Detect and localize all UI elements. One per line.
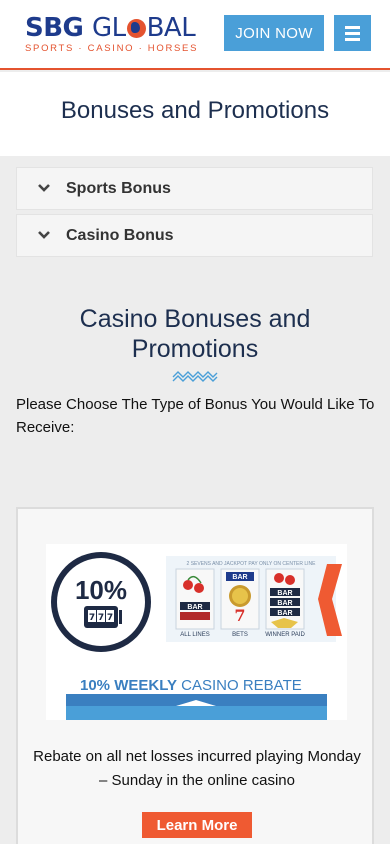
logo-tagline: SPORTS · CASINO · HORSES — [25, 43, 199, 54]
svg-text:7: 7 — [98, 613, 104, 623]
promo-description: Rebate on all net losses incurred playin… — [33, 748, 361, 789]
wave-divider-icon — [172, 371, 218, 382]
svg-text:7: 7 — [107, 613, 113, 623]
cherry-icon — [183, 580, 193, 590]
accordion-sports-bonus[interactable]: Sports Bonus — [16, 167, 373, 210]
svg-text:7: 7 — [234, 606, 245, 625]
reels-caption: 2 SEVENS AND JACKPOT PAY ONLY ON CENTER … — [187, 561, 317, 567]
globe-icon — [126, 19, 146, 38]
svg-text:BAR: BAR — [187, 604, 202, 611]
page-title: Bonuses and Promotions — [60, 97, 330, 124]
casino-rebate-illustration: 2 SEVENS AND JACKPOT PAY ONLY ON CENTER … — [51, 552, 342, 720]
sbg-global-logo[interactable]: SBG GL BAL SPORTS · CASINO · HORSES — [25, 14, 198, 54]
promo-card: 2 SEVENS AND JACKPOT PAY ONLY ON CENTER … — [16, 507, 374, 844]
svg-text:7: 7 — [89, 613, 95, 623]
accordion-label: Casino Bonus — [66, 227, 174, 244]
svg-text:ALL LINES: ALL LINES — [180, 632, 209, 638]
svg-text:WINNER PAID: WINNER PAID — [265, 632, 305, 638]
svg-text:BAR: BAR — [277, 590, 292, 597]
learn-more-button[interactable]: Learn More — [142, 812, 252, 838]
weekly-rebate-banner[interactable]: 2 SEVENS AND JACKPOT PAY ONLY ON CENTER … — [46, 544, 347, 720]
join-now-button[interactable]: JOIN NOW — [224, 15, 324, 51]
rebate-headline: 10% WEEKLY CASINO REBATE — [80, 677, 302, 694]
section-title: Casino Bonuses and Promotions — [79, 305, 311, 363]
svg-text:BAR: BAR — [277, 610, 292, 617]
logo-wordmark: SBG GL BAL — [25, 13, 196, 43]
bonus-instruction: Please Choose The Type of Bonus You Woul… — [16, 396, 375, 436]
accordion-label: Sports Bonus — [66, 180, 171, 197]
svg-text:BETS: BETS — [232, 632, 248, 638]
chevron-down-icon — [38, 184, 50, 192]
hamburger-menu-button[interactable] — [334, 15, 371, 51]
menu-icon — [345, 26, 360, 29]
site-header: SBG GL BAL SPORTS · CASINO · HORSES JOIN … — [0, 0, 390, 70]
chevron-down-icon — [38, 231, 50, 239]
svg-text:BAR: BAR — [232, 574, 247, 581]
page-title-band: Bonuses and Promotions — [0, 72, 390, 156]
accordion-casino-bonus[interactable]: Casino Bonus — [16, 214, 373, 257]
rebate-percent-badge: 10% — [75, 575, 127, 605]
svg-text:BAR: BAR — [277, 600, 292, 607]
